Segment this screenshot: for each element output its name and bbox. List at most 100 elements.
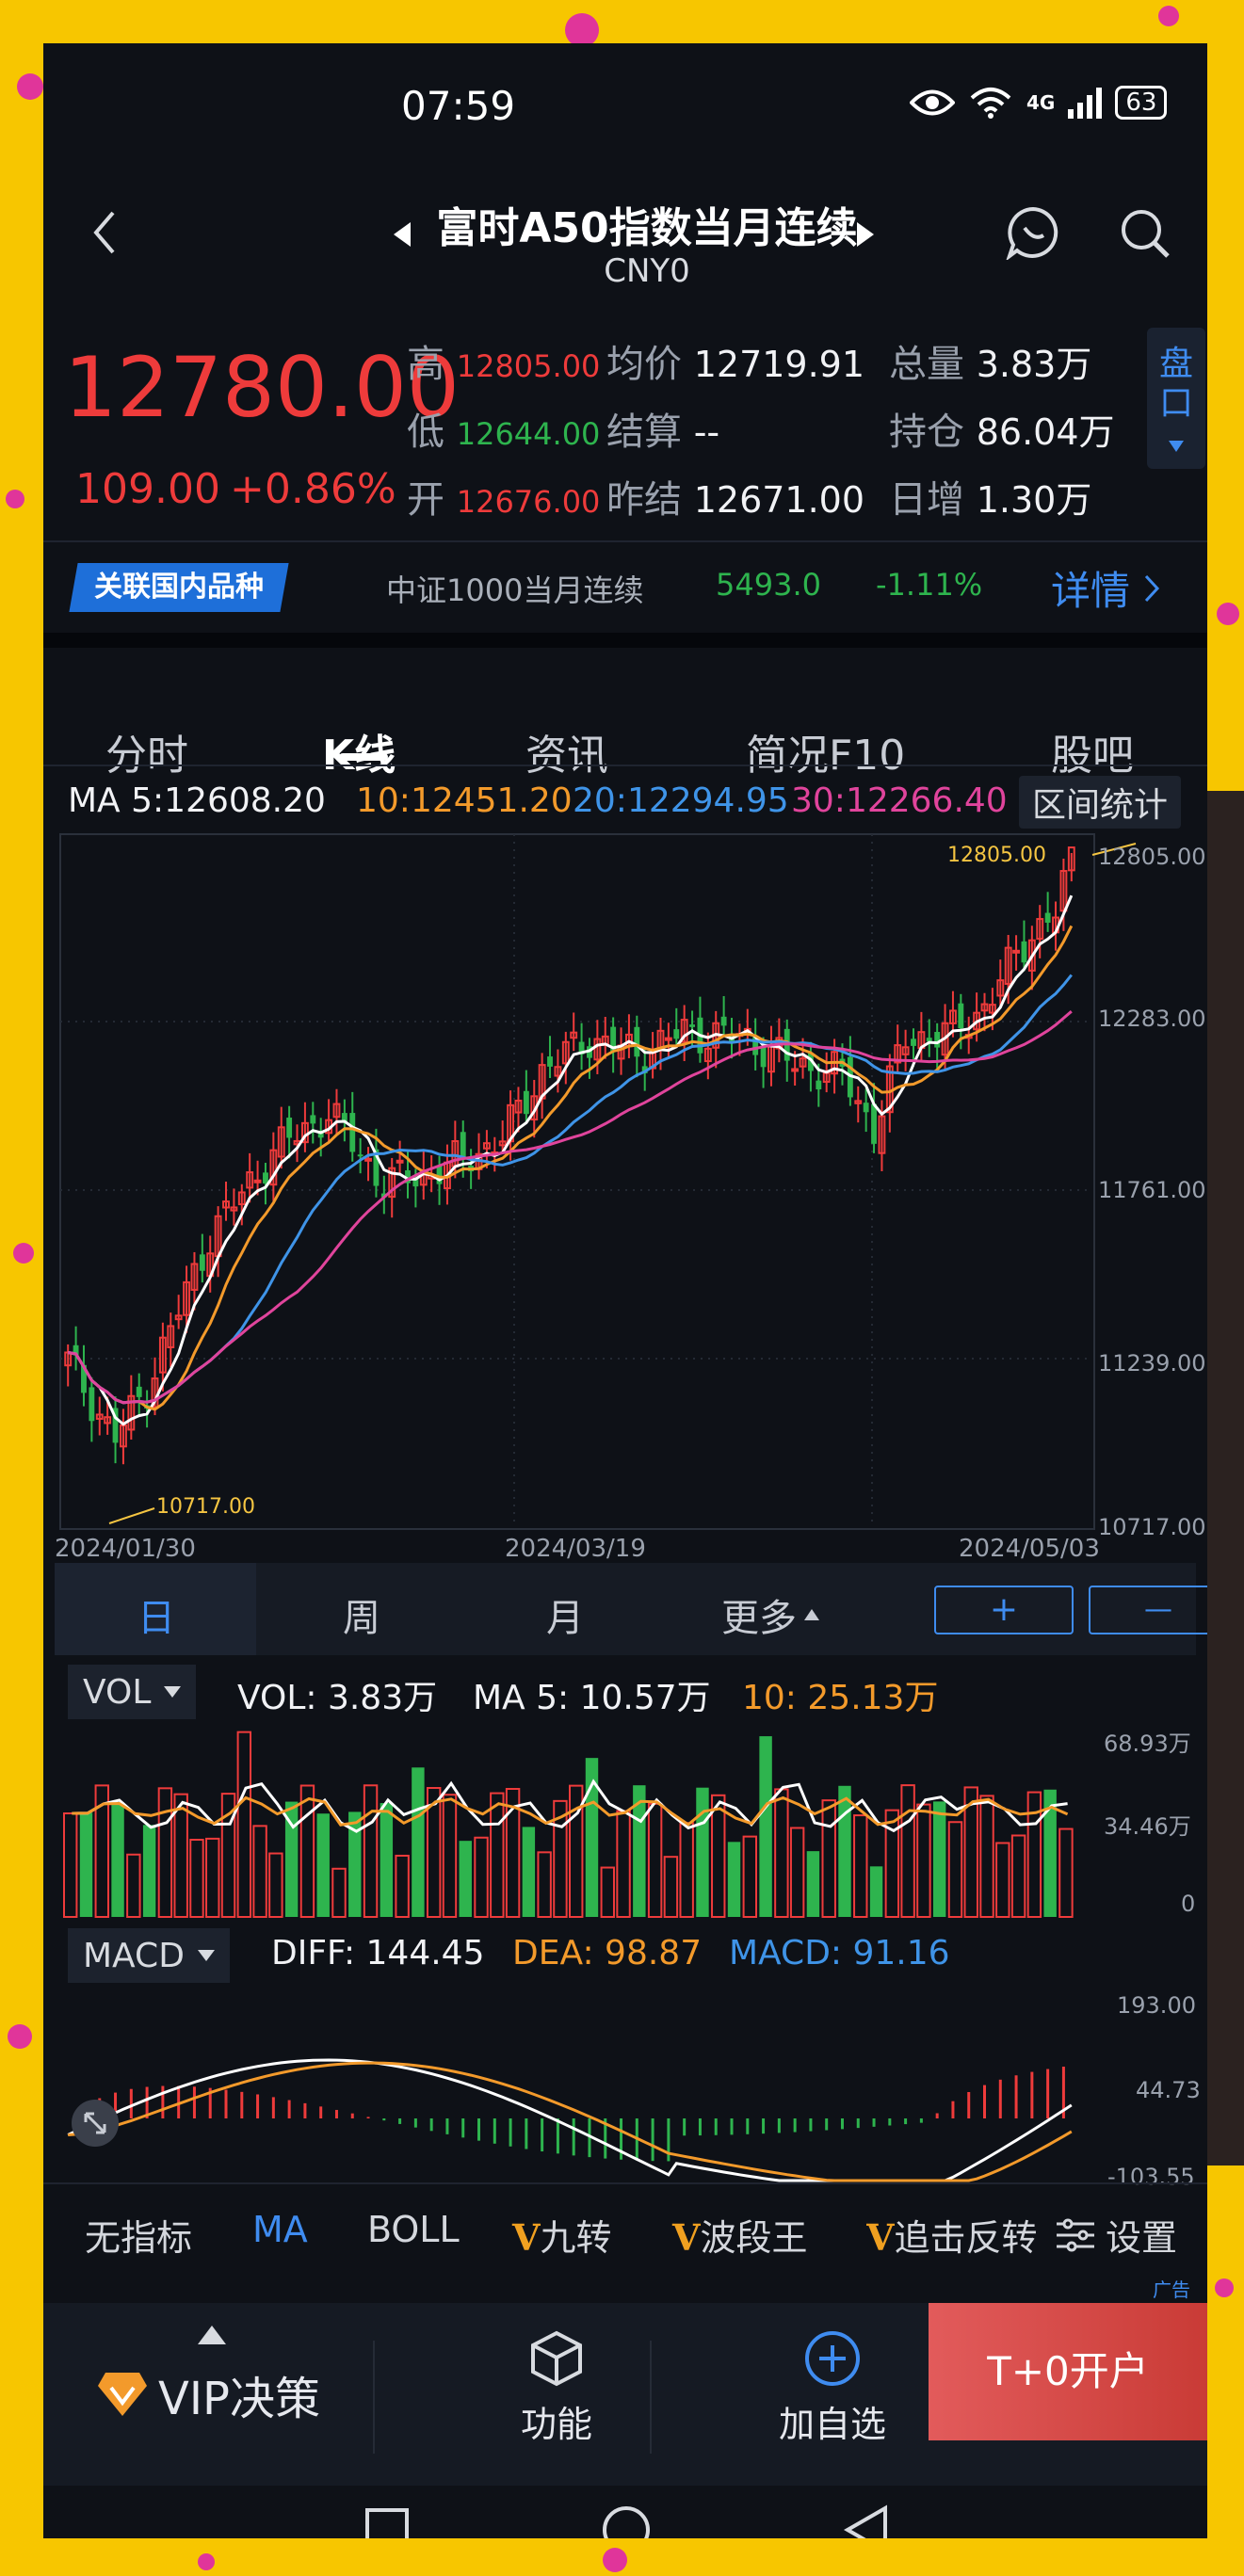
- zoom-in-button[interactable]: +: [934, 1586, 1074, 1634]
- high-marker-label: 12805.00: [947, 844, 1046, 867]
- chart-frame: [59, 833, 1095, 1530]
- cube-icon: [531, 2330, 582, 2387]
- indicator-label: 追击反转: [894, 2217, 1038, 2259]
- vol-bar: [916, 1803, 931, 1919]
- candle-body: [199, 1254, 205, 1271]
- indicator-zhuiji[interactable]: V追击反转: [866, 2209, 1085, 2261]
- open-account-button[interactable]: T+0开户: [929, 2303, 1207, 2440]
- candle-body: [673, 1029, 680, 1039]
- vol-bar: [759, 1736, 772, 1917]
- vol-bar: [821, 1799, 836, 1918]
- zoom-out-button[interactable]: —: [1089, 1586, 1207, 1634]
- nav-recents-button[interactable]: [364, 2506, 411, 2538]
- candle-body: [547, 1056, 553, 1067]
- candle-body: [136, 1386, 142, 1397]
- expand-icon: [84, 2112, 106, 2134]
- nav-back-button[interactable]: [842, 2504, 891, 2538]
- fullscreen-button[interactable]: [72, 2100, 119, 2147]
- vol-bar: [459, 1841, 472, 1917]
- period-week[interactable]: 周: [343, 1587, 380, 1642]
- vol-bar: [838, 1785, 851, 1917]
- nav-home-button[interactable]: [601, 2504, 652, 2538]
- indicator-none[interactable]: 无指标: [85, 2209, 192, 2261]
- vol-bar: [711, 1794, 726, 1918]
- candle-body: [634, 1026, 640, 1057]
- candle-body: [911, 1038, 916, 1046]
- function-button[interactable]: 功能: [477, 2329, 637, 2447]
- period-month[interactable]: 月: [546, 1587, 584, 1642]
- candle-body: [349, 1113, 356, 1152]
- vol-bar: [474, 1836, 489, 1919]
- vol-bar: [79, 1812, 93, 1917]
- vol-bar: [395, 1854, 410, 1918]
- candle-body: [791, 1068, 800, 1072]
- candle-body: [364, 1157, 372, 1162]
- low-marker-label: 10717.00: [156, 1495, 255, 1519]
- add-watchlist-button[interactable]: 加自选: [748, 2329, 917, 2447]
- candle-body: [863, 1103, 869, 1113]
- vol-bar: [806, 1851, 820, 1917]
- candle-body: [253, 1179, 262, 1183]
- vol-selector[interactable]: VOL: [68, 1665, 197, 1719]
- v-badge-icon: V: [672, 2216, 701, 2259]
- background-photo-strip: [1207, 791, 1244, 2165]
- macd-selector[interactable]: MACD: [68, 1928, 230, 1983]
- vol-y-label: 0: [1181, 1891, 1196, 1917]
- indicator-label: 九转: [540, 2217, 612, 2259]
- v-badge-icon: V: [866, 2216, 895, 2259]
- candle-body: [816, 1080, 822, 1090]
- vol-ma5: MA 5: 10.57万: [473, 1679, 711, 1717]
- candle-body: [871, 1103, 877, 1144]
- vip-decision-button[interactable]: VIP决策: [96, 2361, 320, 2427]
- vol-bar: [979, 1795, 994, 1918]
- y-axis-label: 11761.00: [1098, 1177, 1206, 1203]
- kline-chart[interactable]: [43, 43, 1207, 2538]
- candle-body: [396, 1159, 404, 1164]
- vol-bar: [380, 1803, 394, 1917]
- period-more[interactable]: 更多: [721, 1587, 819, 1642]
- vol-bar: [679, 1822, 694, 1918]
- vol-bar: [157, 1787, 173, 1919]
- vol-bar: [663, 1856, 679, 1919]
- vol-bar: [522, 1827, 536, 1917]
- low-marker-line: [108, 1507, 155, 1524]
- indicator-label: 波段王: [700, 2217, 808, 2259]
- vol-bar: [696, 1787, 709, 1917]
- macd-y-label: 193.00: [1117, 1992, 1196, 2019]
- period-more-label: 更多: [721, 1597, 797, 1640]
- y-axis-label: 12283.00: [1098, 1006, 1206, 1032]
- settings-sliders-icon: [1057, 2218, 1094, 2251]
- indicator-ma[interactable]: MA: [252, 2209, 308, 2250]
- period-day[interactable]: 日: [137, 1587, 175, 1642]
- vol-bar: [442, 1794, 458, 1918]
- vol-bar: [412, 1767, 425, 1917]
- candle-body: [310, 1115, 316, 1124]
- macd-value: MACD: 91.16: [729, 1934, 950, 1972]
- circle-icon: [603, 2506, 650, 2538]
- vol-bar: [774, 1788, 789, 1918]
- indicator-settings[interactable]: 设置: [1055, 2209, 1177, 2261]
- candle-body: [523, 1090, 529, 1115]
- vol-bar: [537, 1851, 552, 1918]
- indicator-boll[interactable]: BOLL: [367, 2209, 460, 2250]
- vol-bar: [299, 1784, 315, 1918]
- kline-grid: [59, 833, 1095, 1530]
- vip-expand-caret[interactable]: [198, 2326, 226, 2348]
- macd-selector-label: MACD: [83, 1936, 185, 1975]
- candle-body: [760, 1045, 767, 1068]
- candle-body: [958, 1003, 964, 1029]
- vol-bar: [111, 1802, 124, 1917]
- vol-bar: [252, 1825, 267, 1919]
- kline-ma-lines: [67, 894, 1074, 1426]
- vol-bar: [932, 1801, 946, 1917]
- vol-selector-label: VOL: [83, 1672, 152, 1712]
- candle-body: [89, 1387, 95, 1422]
- candle-body: [286, 1118, 293, 1138]
- vol-bar: [205, 1837, 220, 1918]
- vol-bar: [316, 1813, 330, 1917]
- indicator-boduanwang[interactable]: V波段王: [672, 2209, 808, 2261]
- x-axis-label: 2024/05/03: [959, 1535, 1100, 1563]
- indicator-jiuzhuan[interactable]: V九转: [512, 2209, 612, 2261]
- caret-down-icon: [197, 1950, 215, 1961]
- vol-bar: [173, 1793, 188, 1919]
